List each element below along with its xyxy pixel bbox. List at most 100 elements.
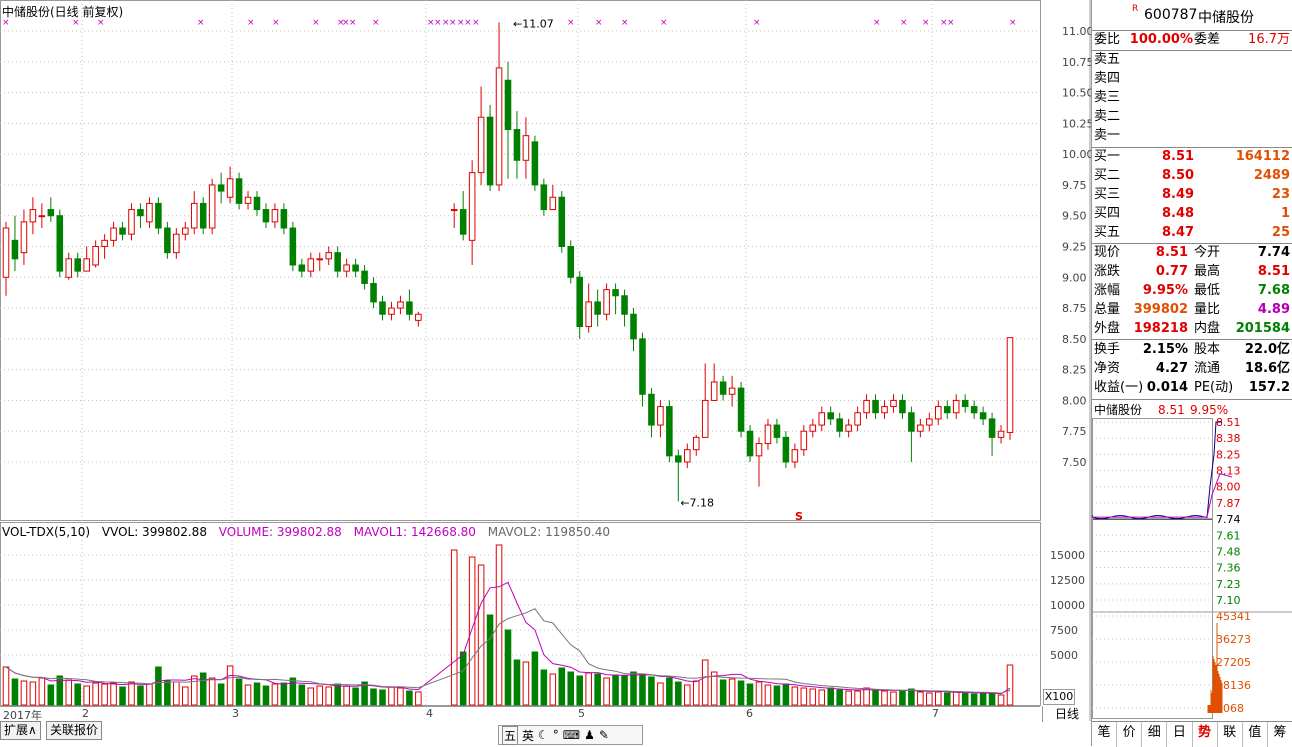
stat-value: 2.15% <box>1142 342 1188 357</box>
volume-bar <box>450 549 458 706</box>
event-marker: × <box>449 18 457 28</box>
volume-bar <box>29 681 37 706</box>
volume-bar <box>961 692 969 706</box>
sell-label: 卖二 <box>1094 109 1121 124</box>
candle-body <box>74 258 81 272</box>
volume-bar <box>190 675 198 706</box>
volume-bar <box>648 676 655 706</box>
quote-tab[interactable]: 值 <box>1243 722 1268 747</box>
ime-punct-icon[interactable]: ° <box>553 728 559 742</box>
stat-label-2: 内盘 <box>1194 321 1221 336</box>
volume-bar <box>235 678 243 706</box>
candle-body <box>459 209 467 235</box>
quote-tab[interactable]: 笔 <box>1092 722 1118 747</box>
candle-body <box>334 252 341 272</box>
volume-legend: VOL-TDX(5,10) VVOL: 399802.88 VOLUME: 39… <box>2 525 618 539</box>
volume-bar <box>244 684 252 706</box>
candle-body <box>872 399 879 414</box>
price-tick-label: 9.75 <box>1062 179 1087 192</box>
quote-header: R 600787 中储股份 <box>1092 0 1292 30</box>
buy-label: 买三 <box>1094 187 1121 202</box>
ime-skin-icon[interactable]: ♟ <box>584 728 595 742</box>
candle-body <box>908 412 915 432</box>
price-tick-label: 8.00 <box>1062 394 1087 407</box>
candle-body <box>325 252 332 260</box>
candle-body <box>47 209 55 217</box>
sell-row: 卖三 <box>1092 89 1292 107</box>
quote-tab[interactable]: 势 <box>1193 722 1218 747</box>
stat-row: 换手 2.15% 股本 22.0亿 <box>1092 341 1292 359</box>
price-tick-label: 7.75 <box>1062 425 1087 438</box>
volume-bar <box>415 691 422 706</box>
volume-bar <box>782 683 790 706</box>
volume-bar <box>630 671 637 706</box>
volume-bar <box>800 687 808 706</box>
ime-keyboard-icon[interactable]: ⌨ <box>563 728 580 742</box>
stock-name: 中储股份 <box>1198 10 1254 26</box>
ime-settings-icon[interactable]: ✎ <box>599 728 609 742</box>
period-button[interactable]: 日线 <box>1042 706 1091 722</box>
quote-tab[interactable]: 价 <box>1117 722 1143 747</box>
volume-bar <box>119 686 126 706</box>
ime-toolbar[interactable]: 五 英 ☾ ° ⌨ ♟ ✎ <box>498 725 643 745</box>
candle-body <box>235 178 243 204</box>
candle-body <box>558 196 566 247</box>
ime-moon-icon[interactable]: ☾ <box>538 728 549 742</box>
volume-bar <box>612 674 619 706</box>
related-quote-tab[interactable]: 关联报价 <box>46 721 103 740</box>
volume-bar <box>173 681 180 706</box>
candle-body <box>854 412 861 426</box>
candle-body <box>513 129 521 161</box>
volume-bar <box>217 683 225 706</box>
candle-body <box>495 67 503 186</box>
buy-row: 买三 8.49 23 <box>1092 186 1292 204</box>
candle-body <box>809 424 817 432</box>
candle-body <box>101 239 108 247</box>
price-tick-label: 8.75 <box>1062 302 1087 315</box>
candle-body <box>388 307 395 315</box>
quote-tab[interactable]: 联 <box>1218 722 1243 747</box>
stat-value-2: 22.0亿 <box>1244 342 1290 357</box>
candle-body <box>961 399 969 408</box>
buy-volume: 1 <box>1280 206 1290 221</box>
volume-bar <box>128 681 135 706</box>
candle-body <box>343 264 350 272</box>
candle-body <box>29 209 37 223</box>
candle-body <box>630 313 637 340</box>
candle-body <box>746 430 754 457</box>
stat-value: 9.95% <box>1142 283 1188 298</box>
quote-tab[interactable]: 细 <box>1142 722 1168 747</box>
event-marker: × <box>312 18 320 28</box>
volume-bar <box>899 690 906 706</box>
price-tick-label: 11.00 <box>1062 25 1091 38</box>
intraday-price-label: 8.51 <box>1216 418 1241 429</box>
candle-body <box>827 412 834 420</box>
volume-bar <box>47 684 55 706</box>
candle-body <box>710 381 718 401</box>
quote-tab[interactable]: 筹 <box>1268 722 1292 747</box>
buy-price: 8.49 <box>1162 187 1195 202</box>
volume-bar <box>585 672 592 706</box>
candle-body <box>970 406 978 414</box>
expand-tab[interactable]: 扩展∧ <box>0 721 41 740</box>
buy-label: 买五 <box>1094 225 1121 240</box>
volume-bar <box>83 685 90 706</box>
ime-mode-icon[interactable]: 五 <box>502 725 519 745</box>
stat-label: 收益(一) <box>1094 380 1144 395</box>
volume-unit-button[interactable]: X100 <box>1043 689 1075 705</box>
candle-body <box>917 424 924 432</box>
volume-bar <box>764 684 772 706</box>
ime-lang-icon[interactable]: 英 <box>522 727 534 744</box>
candle-body <box>199 202 207 229</box>
candle-body <box>890 399 897 408</box>
volume-bar <box>836 689 843 706</box>
kline-chart[interactable]: 11.00 10.75 10.50 10.25 10.00 9.75 9.50 9.25 9.0… <box>0 0 1091 721</box>
price-tick-label: 10.50 <box>1062 87 1091 100</box>
price-tick-label: 8.25 <box>1062 364 1087 377</box>
volume-bar <box>397 687 404 706</box>
quote-tab[interactable]: 日 <box>1167 722 1193 747</box>
intraday-chart[interactable]: 8.518.388.258.138.007.877.747.617.487.36… <box>1092 418 1292 721</box>
intraday-price-label: 7.23 <box>1216 578 1241 591</box>
volume-bar <box>854 690 861 706</box>
candle-body <box>468 172 476 241</box>
